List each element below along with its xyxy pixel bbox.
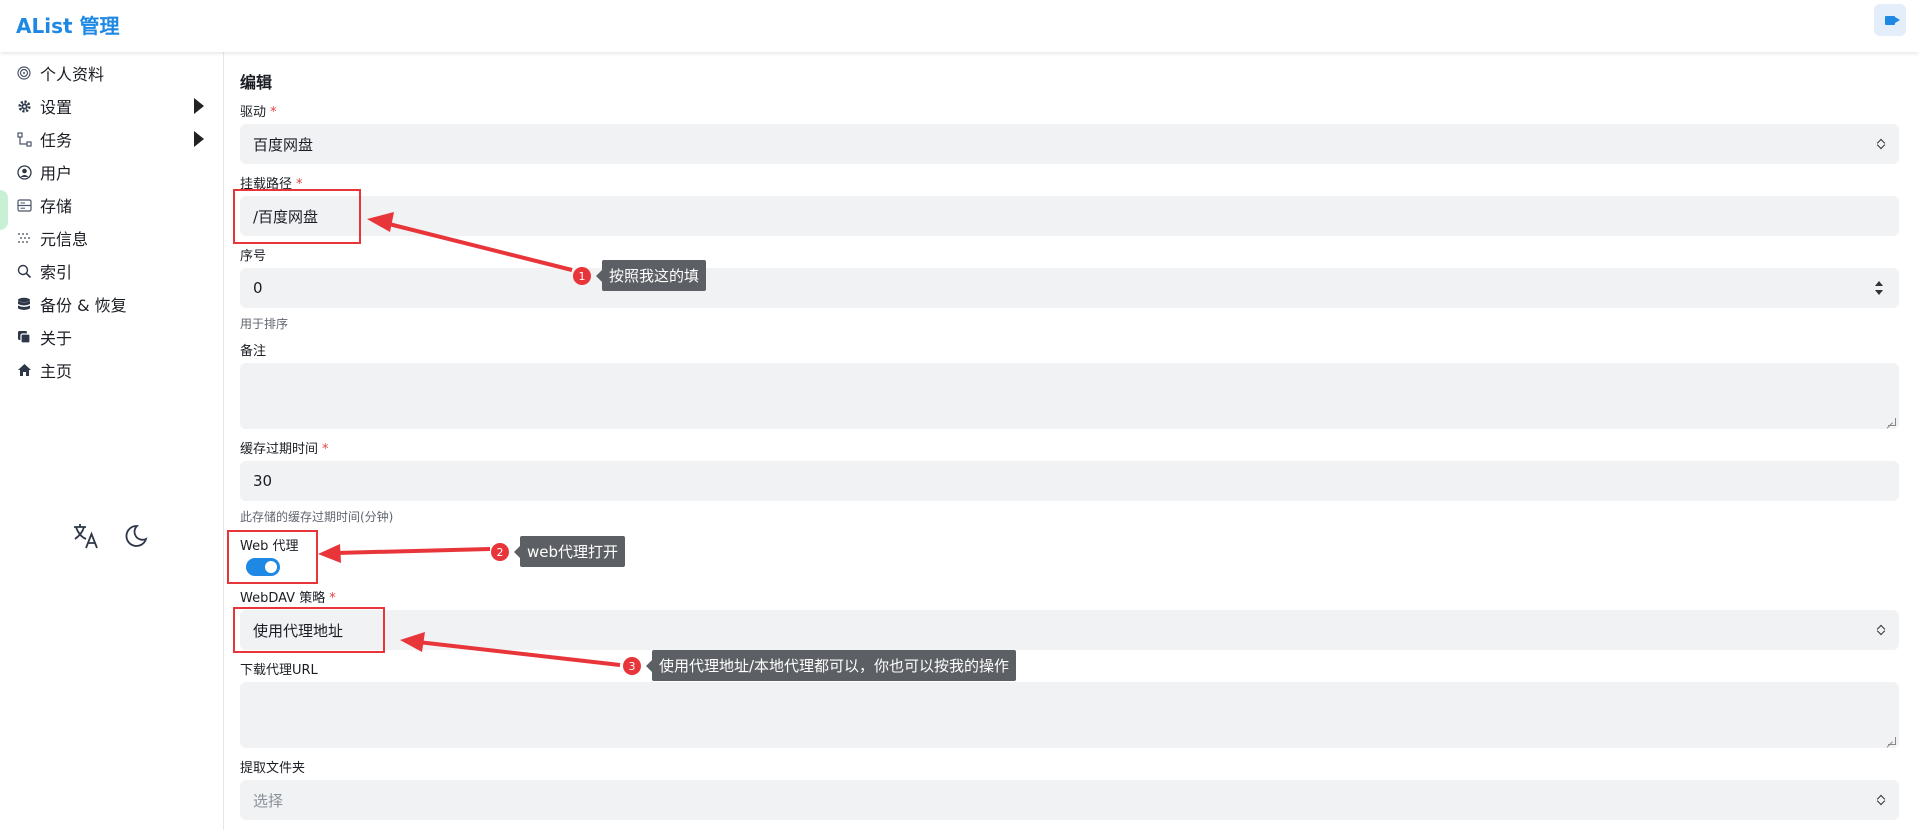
- search-icon: [16, 263, 32, 279]
- cache-expiration-label: 缓存过期时间 *: [240, 442, 329, 457]
- annotation-callout-1: 按照我这的填: [602, 260, 707, 291]
- number-stepper-icon[interactable]: [1875, 281, 1885, 295]
- remark-label: 备注: [240, 344, 267, 359]
- sidebar-item-about[interactable]: 关于: [0, 319, 224, 355]
- driver-select[interactable]: 百度网盘: [240, 124, 1899, 164]
- expand-arrow-icon[interactable]: [194, 131, 204, 147]
- sidebar-item-label: 元信息: [40, 230, 89, 249]
- copy-icon: [16, 329, 32, 345]
- order-label: 序号: [240, 249, 267, 264]
- gear-icon: [16, 98, 32, 114]
- sidebar-item-label: 设置: [40, 98, 73, 117]
- webdav-policy-label: WebDAV 策略 *: [240, 591, 336, 606]
- sidebar-item-label: 索引: [40, 263, 73, 282]
- cache-expiration-input[interactable]: 30: [240, 461, 1899, 501]
- sidebar-item-home[interactable]: 主页: [0, 352, 224, 388]
- sidebar-item-profile[interactable]: 个人资料: [0, 55, 224, 91]
- meta-icon: [16, 230, 32, 246]
- order-helper: 用于排序: [240, 317, 289, 331]
- sidebar-item-label: 主页: [40, 362, 73, 381]
- annotation-callout-2: web代理打开: [520, 536, 626, 567]
- sidebar-item-label: 个人资料: [40, 65, 105, 84]
- webdav-policy-select[interactable]: 使用代理地址: [240, 610, 1899, 650]
- highlight-box-mount-path: [233, 189, 361, 244]
- cache-expiration-value: 30: [253, 472, 273, 490]
- sidebar-item-label: 存储: [40, 197, 73, 216]
- download-proxy-url-label: 下载代理URL: [240, 663, 318, 678]
- moon-icon[interactable]: [122, 522, 150, 550]
- extract-folder-placeholder: 选择: [253, 791, 284, 810]
- sidebar-item-storage[interactable]: 存储: [0, 187, 224, 223]
- extract-folder-select[interactable]: 选择: [240, 780, 1899, 820]
- order-input[interactable]: 0: [240, 268, 1899, 308]
- edit-form: 编辑 驱动 * 百度网盘 挂载路径 * /百度网盘 序号 0 用于排序 备注 缓存过…: [226, 52, 1916, 830]
- logout-button[interactable]: [1874, 4, 1906, 36]
- order-value: 0: [253, 279, 263, 297]
- annotation-badge-2: 2: [491, 543, 509, 561]
- sidebar-item-tasks[interactable]: 任务: [0, 121, 224, 157]
- remark-textarea[interactable]: [240, 363, 1899, 429]
- mount-path-input[interactable]: /百度网盘: [240, 196, 1899, 236]
- sidebar-item-label: 任务: [40, 131, 73, 150]
- sidebar-item-settings[interactable]: 设置: [0, 88, 224, 124]
- translate-icon[interactable]: [72, 522, 100, 550]
- sidebar-item-label: 备份 & 恢复: [40, 296, 127, 315]
- select-arrows-icon: [1877, 138, 1885, 150]
- sidebar-tools: [72, 522, 150, 550]
- download-proxy-url-textarea[interactable]: [240, 682, 1899, 748]
- sidebar-item-label: 关于: [40, 329, 73, 348]
- highlight-box-web-proxy: [227, 530, 318, 584]
- select-arrows-icon: [1877, 794, 1885, 806]
- resize-handle-icon[interactable]: [1888, 418, 1896, 426]
- database-icon: [16, 296, 32, 312]
- annotation-callout-3: 使用代理地址/本地代理都可以，你也可以按我的操作: [652, 650, 1017, 681]
- driver-value: 百度网盘: [253, 135, 314, 154]
- annotation-badge-3: 3: [623, 657, 641, 675]
- app-brand[interactable]: AList 管理: [16, 10, 120, 39]
- annotation-badge-1: 1: [573, 267, 591, 285]
- sidebar-item-users[interactable]: 用户: [0, 154, 224, 190]
- sidebar-item-label: 用户: [40, 164, 73, 183]
- home-icon: [16, 362, 32, 378]
- sidebar-item-meta[interactable]: 元信息: [0, 220, 224, 256]
- highlight-box-webdav-policy: [233, 607, 385, 653]
- sidebar: 个人资料 设置 任务 用户 存储 元信息 索引 备份 & 恢复 关于 主页: [0, 52, 224, 830]
- storage-icon: [16, 197, 32, 213]
- task-icon: [16, 131, 32, 147]
- logout-icon: [1885, 15, 1900, 25]
- fingerprint-icon: [16, 65, 32, 81]
- page-title: 编辑: [240, 73, 273, 92]
- resize-handle-icon[interactable]: [1888, 737, 1896, 745]
- driver-label: 驱动 *: [240, 105, 277, 120]
- sidebar-item-index[interactable]: 索引: [0, 253, 224, 289]
- expand-arrow-icon[interactable]: [194, 98, 204, 114]
- select-arrows-icon: [1877, 624, 1885, 636]
- app-header: AList 管理: [0, 0, 1919, 52]
- extract-folder-label: 提取文件夹: [240, 761, 306, 776]
- sidebar-item-backup[interactable]: 备份 & 恢复: [0, 286, 224, 322]
- cache-expiration-helper: 此存储的缓存过期时间(分钟): [240, 510, 394, 524]
- user-icon: [16, 164, 32, 180]
